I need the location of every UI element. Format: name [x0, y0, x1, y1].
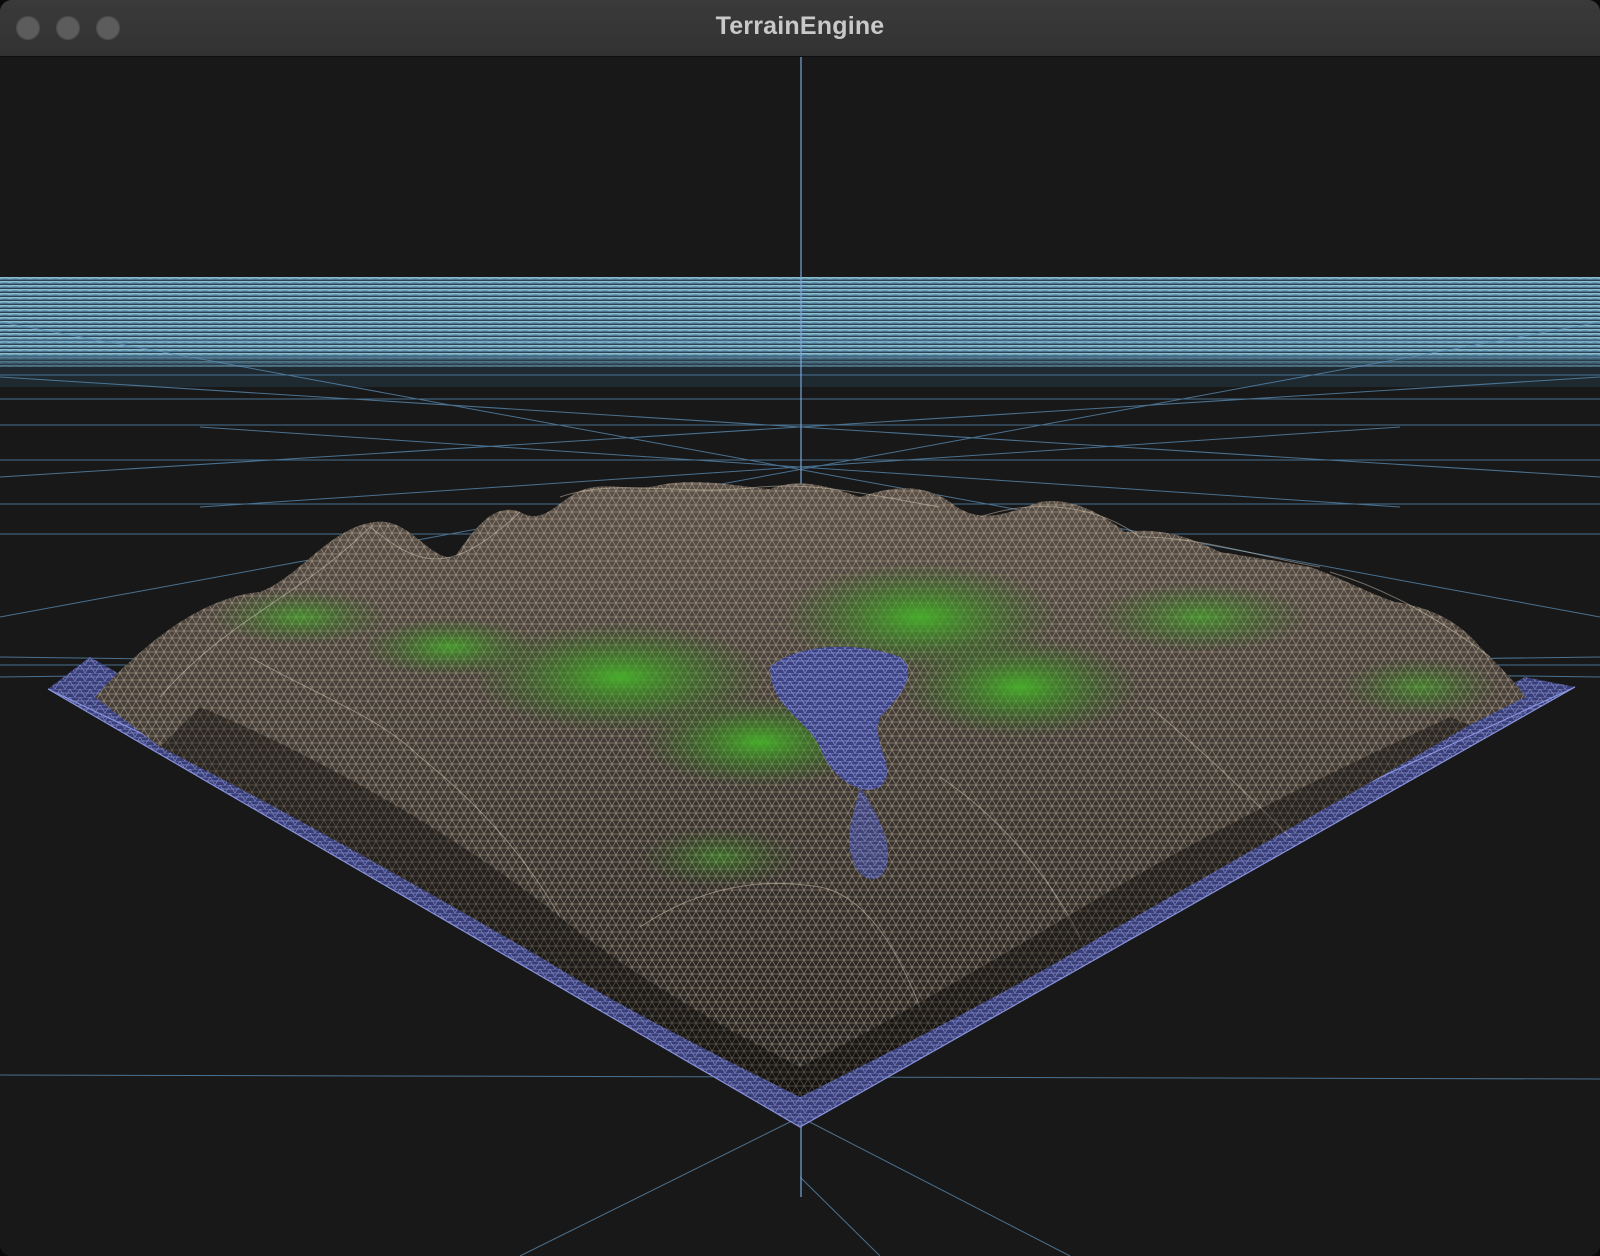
- window-title: TerrainEngine: [715, 12, 885, 40]
- render-viewport[interactable]: [0, 57, 1600, 1256]
- terrain-render: [0, 57, 1600, 1256]
- app-window: TerrainEngine: [0, 0, 1600, 1256]
- title-bar[interactable]: TerrainEngine: [0, 0, 1600, 57]
- horizon-ocean: [0, 277, 1600, 387]
